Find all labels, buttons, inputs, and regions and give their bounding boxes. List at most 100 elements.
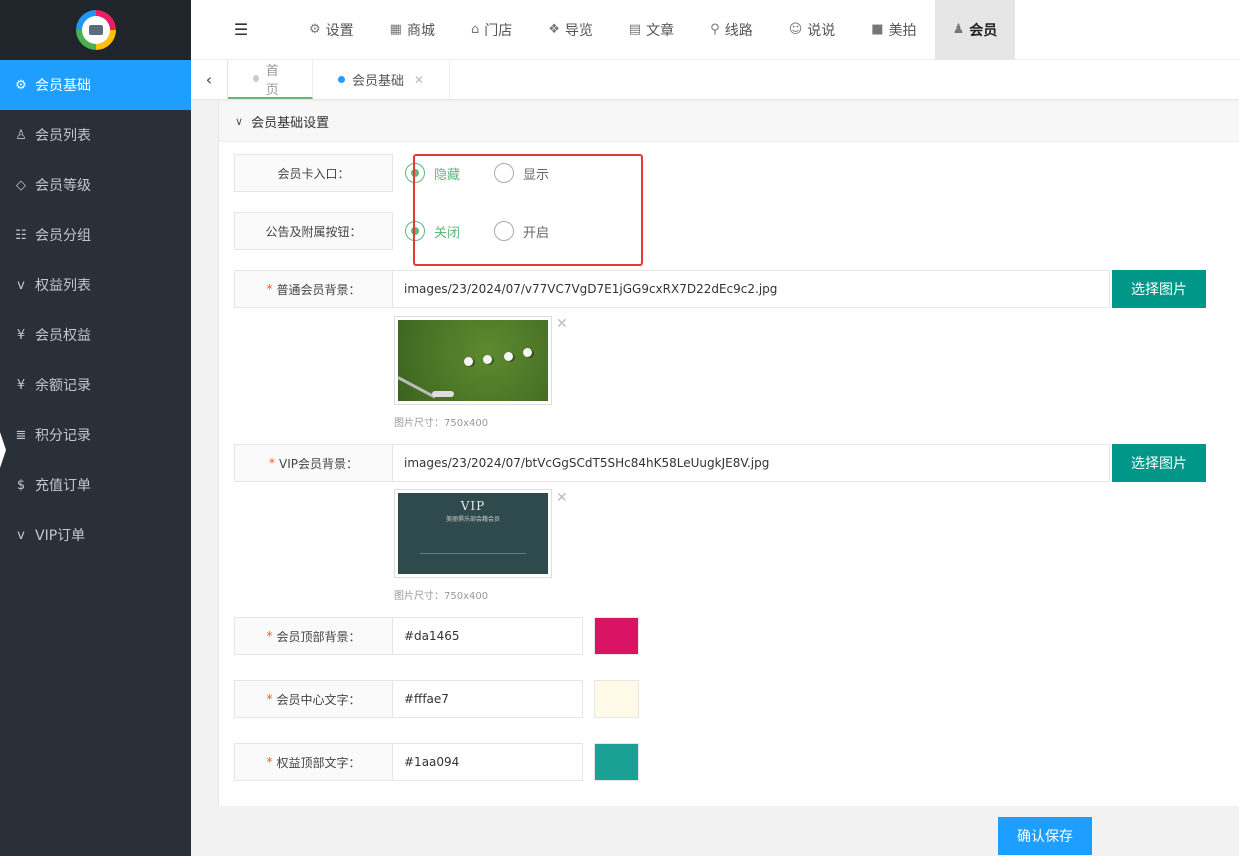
nav-label: 线路 <box>724 22 753 39</box>
required-mark: * <box>266 282 273 296</box>
sidebar-item-label: 会员分组 <box>35 228 91 244</box>
chevron-left-icon[interactable]: ‹ <box>191 60 228 99</box>
color-swatch[interactable] <box>594 680 639 718</box>
color-swatch[interactable] <box>594 743 639 781</box>
remove-image-icon[interactable]: ✕ <box>556 316 568 332</box>
top-nav: ☰ ⚙ 设置 ▦ 商城 ⌂ 门店 ❖ 导览 ▤ 文章 ⚲ 线路 ☺ 说说 ■ 美… <box>191 0 1239 60</box>
required-mark: * <box>269 456 275 470</box>
nav-label: 商城 <box>406 22 435 39</box>
sidebar-item-vip-orders[interactable]: v VIP订单 <box>0 510 191 560</box>
nav-settings[interactable]: ⚙ 设置 <box>291 0 372 60</box>
nav-label: 会员 <box>969 22 998 39</box>
panel-header[interactable]: ∨ 会员基础设置 <box>219 102 1239 142</box>
sidebar-item-member-level[interactable]: ◇ 会员等级 <box>0 160 191 210</box>
vip-bg-thumbnail: VIP 美丽俱乐部会籍会员 <box>394 489 552 578</box>
tab-home[interactable]: 首页 <box>228 60 313 99</box>
newspaper-icon: ▤ <box>628 22 642 37</box>
menu-toggle-icon[interactable]: ☰ <box>191 20 291 39</box>
normal-bg-thumbnail <box>394 316 552 405</box>
cogs-icon: ⚙ <box>309 22 321 37</box>
sidebar-item-member-group[interactable]: ☷ 会员分组 <box>0 210 191 260</box>
sidebar-item-label: 余额记录 <box>35 378 91 394</box>
card-entry-label: 会员卡入口： <box>234 154 393 192</box>
sidebar-item-balance-records[interactable]: ¥ 余额记录 <box>0 360 191 410</box>
save-button[interactable]: 确认保存 <box>998 817 1092 855</box>
nav-label: 美拍 <box>888 22 917 39</box>
user-secret-icon: ♟ <box>952 22 965 37</box>
route-icon: ⚲ <box>710 22 720 37</box>
database-icon: ≣ <box>15 427 27 443</box>
nav-articles[interactable]: ▤ 文章 <box>611 0 692 60</box>
vip-card-image: VIP 美丽俱乐部会籍会员 <box>398 493 548 574</box>
top-bg-color-input[interactable]: #da1465 <box>393 617 583 655</box>
tab-label: 会员基础 <box>352 74 405 89</box>
tab-dot <box>338 76 345 83</box>
choose-image-button[interactable]: 选择图片 <box>1112 444 1206 482</box>
cubes-icon: ❖ <box>548 22 560 37</box>
required-mark: * <box>266 755 273 769</box>
tab-bar: ‹ 首页 会员基础 ✕ <box>191 60 1239 100</box>
user-icon: ♙ <box>15 127 27 143</box>
normal-bg-input[interactable]: images/23/2024/07/v77VC7VgD7E1jGG9cxRX7D… <box>393 270 1110 308</box>
vip-bg-row: * VIP会员背景： images/23/2024/07/btVcGgSCdT5… <box>234 444 1206 482</box>
vip-bg-input[interactable]: images/23/2024/07/btVcGgSCdT5SHc84hK58Le… <box>393 444 1110 482</box>
dollar-icon: $ <box>16 477 26 493</box>
highlight-box <box>413 154 643 266</box>
sidebar-item-label: 充值订单 <box>35 478 91 494</box>
normal-bg-row: * 普通会员背景： images/23/2024/07/v77VC7VgD7E1… <box>234 270 1206 308</box>
nav-photos[interactable]: ■ 美拍 <box>853 0 934 60</box>
choose-image-button[interactable]: 选择图片 <box>1112 270 1206 308</box>
sidebar-collapse-handle[interactable] <box>0 432 6 468</box>
close-icon[interactable]: ✕ <box>414 73 424 87</box>
sidebar-item-label: 权益列表 <box>35 278 91 294</box>
rights-text-color-row: * 权益顶部文字： #1aa094 <box>234 743 639 781</box>
tab-label: 首页 <box>265 63 279 98</box>
remove-image-icon[interactable]: ✕ <box>556 490 568 506</box>
vip-card-title: VIP <box>460 499 486 513</box>
notice-button-label: 公告及附属按钮： <box>234 212 393 250</box>
vimeo-icon: v <box>17 527 25 543</box>
wechat-icon: ☺ <box>788 22 803 37</box>
nav-label: 门店 <box>484 22 513 39</box>
size-note: 图片尺寸：750x400 <box>394 591 489 602</box>
center-text-color-input[interactable]: #fffae7 <box>393 680 583 718</box>
label-text: VIP会员背景： <box>279 456 358 471</box>
nav-label: 文章 <box>646 22 675 39</box>
sidebar-item-recharge-orders[interactable]: $ 充值订单 <box>0 460 191 510</box>
nav-label: 导览 <box>564 22 593 39</box>
normal-bg-label: * 普通会员背景： <box>234 270 393 308</box>
vimeo-icon: v <box>17 277 25 293</box>
logo[interactable] <box>75 10 116 50</box>
top-bg-color-label: * 会员顶部背景： <box>234 617 393 655</box>
center-text-color-label: * 会员中心文字： <box>234 680 393 718</box>
vip-card-subtitle: 美丽俱乐部会籍会员 <box>445 516 500 523</box>
nav-guide[interactable]: ❖ 导览 <box>530 0 611 60</box>
required-mark: * <box>266 629 273 643</box>
sidebar-item-label: 会员基础 <box>35 78 91 94</box>
tab-dot <box>253 75 259 82</box>
nav-store[interactable]: ⌂ 门店 <box>453 0 530 60</box>
sidebar-item-label: 积分记录 <box>35 428 91 444</box>
label-text: 会员中心文字： <box>276 692 361 707</box>
center-text-color-row: * 会员中心文字： #fffae7 <box>234 680 639 718</box>
color-swatch[interactable] <box>594 617 639 655</box>
sidebar-item-member-basic[interactable]: ⚙ 会员基础 <box>0 60 191 110</box>
nav-members[interactable]: ♟ 会员 <box>934 0 1016 60</box>
sidebar: ⚙ 会员基础 ♙ 会员列表 ◇ 会员等级 ☷ 会员分组 v 权益列表 ¥ 会员权… <box>0 0 191 856</box>
tab-member-basic[interactable]: 会员基础 ✕ <box>313 60 451 99</box>
vip-bg-label: * VIP会员背景： <box>234 444 393 482</box>
sidebar-item-points-records[interactable]: ≣ 积分记录 <box>0 410 191 460</box>
sidebar-item-rights-list[interactable]: v 权益列表 <box>0 260 191 310</box>
logo-area <box>0 0 191 60</box>
sidebar-item-member-list[interactable]: ♙ 会员列表 <box>0 110 191 160</box>
chevron-down-icon: ∨ <box>235 115 244 128</box>
sidebar-item-label: 会员权益 <box>35 328 91 344</box>
nav-routes[interactable]: ⚲ 线路 <box>692 0 771 60</box>
yen-icon: ¥ <box>16 327 26 343</box>
rights-text-color-input[interactable]: #1aa094 <box>393 743 583 781</box>
nav-posts[interactable]: ☺ 说说 <box>771 0 854 60</box>
sidebar-item-member-rights[interactable]: ¥ 会员权益 <box>0 310 191 360</box>
nav-shop[interactable]: ▦ 商城 <box>372 0 453 60</box>
video-icon: ■ <box>871 22 884 37</box>
users-icon: ☷ <box>15 227 27 243</box>
